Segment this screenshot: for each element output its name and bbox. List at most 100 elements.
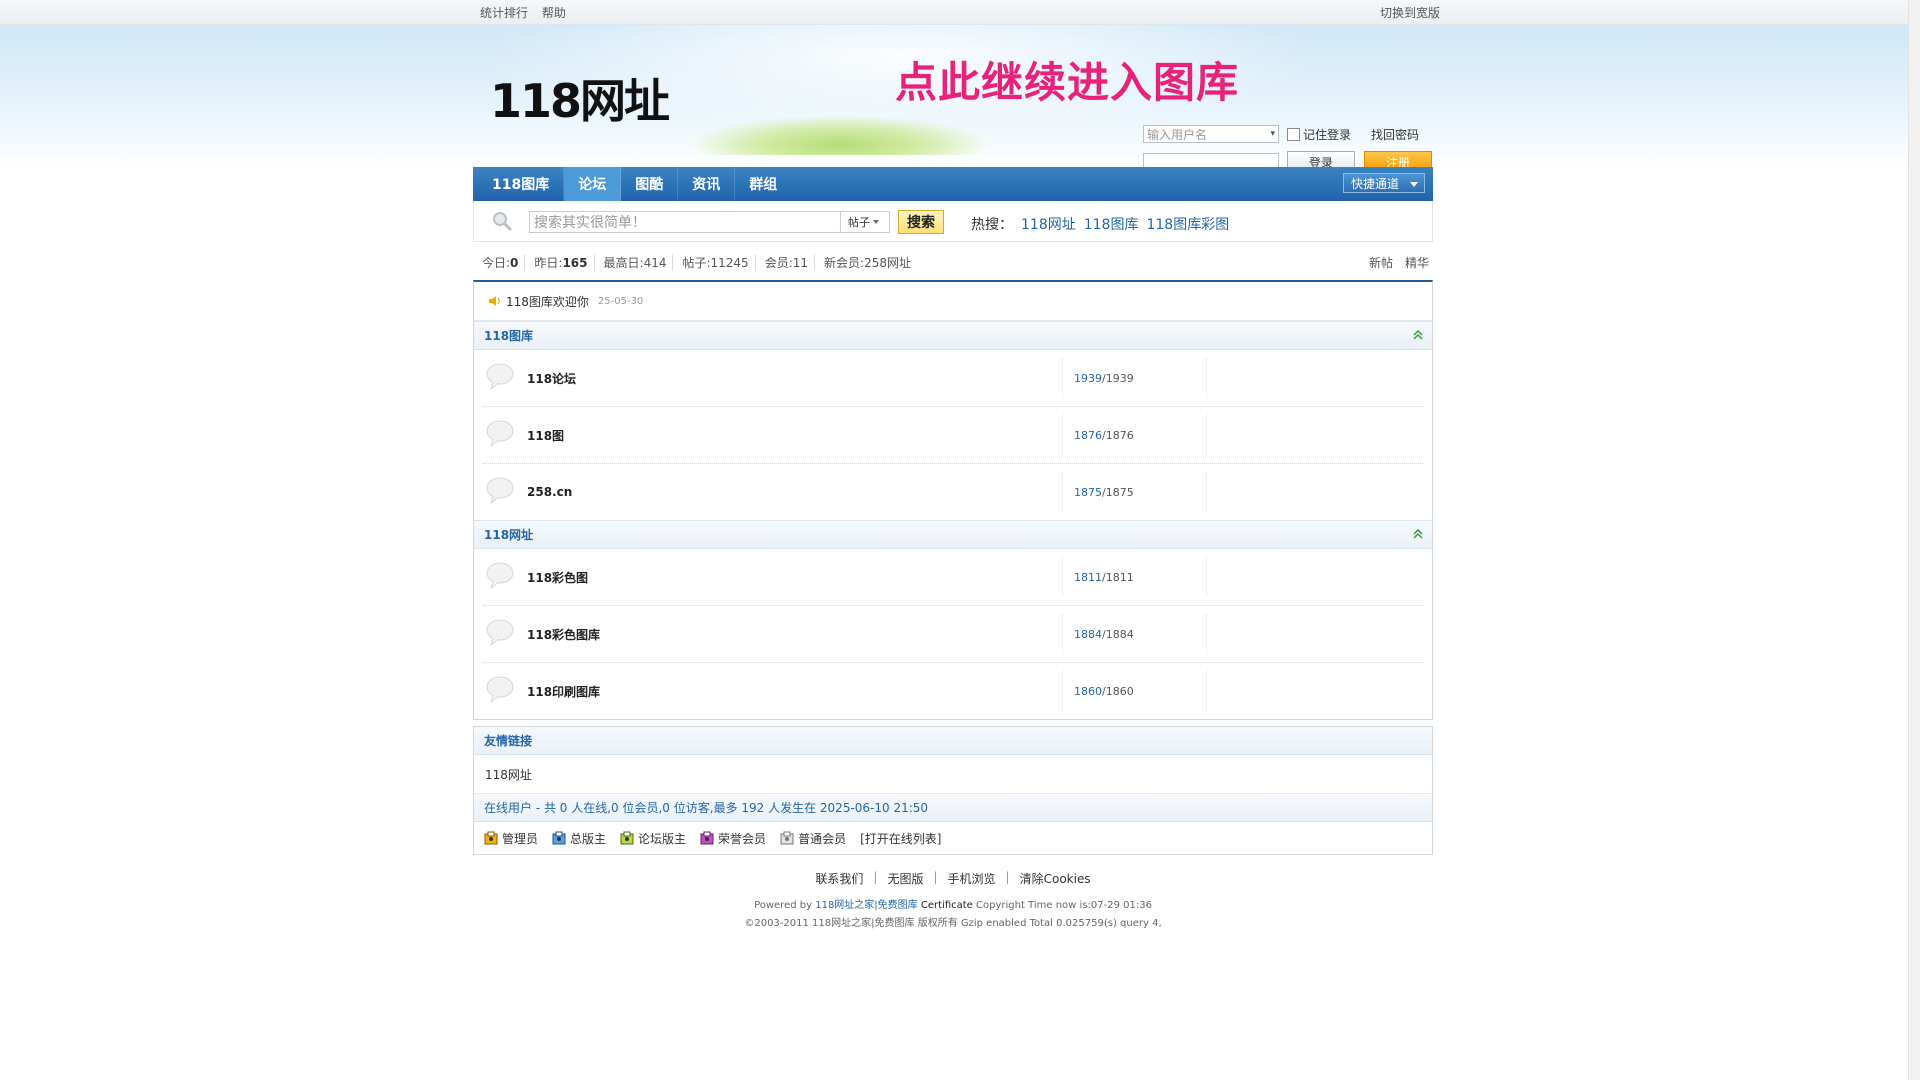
collapse-icon[interactable]: [1413, 529, 1423, 539]
chevron-down-icon: [1410, 182, 1418, 187]
footer-link-noimage[interactable]: 无图版: [887, 870, 923, 887]
stat-members: 会员:11: [754, 253, 814, 271]
stat-max: 最高日:414: [593, 253, 673, 271]
forum-counts: 1811/1811: [1074, 570, 1134, 584]
forum-bubble-icon: [486, 420, 514, 448]
site-logo[interactable]: 118网址: [490, 65, 670, 131]
certificate-link[interactable]: Certificate: [921, 900, 973, 911]
search-button[interactable]: 搜索: [898, 210, 944, 234]
forum-row: 118彩色图 1811/1811: [483, 549, 1423, 606]
category-header[interactable]: 118图库: [474, 321, 1432, 350]
friend-links-list: 118网址: [474, 755, 1432, 794]
admin-icon: [484, 831, 498, 845]
stat-yesterday: 昨日:165: [524, 253, 593, 271]
forum-list: 118图库欢迎你 25-05-30 118图库 118论坛 1939/1939 …: [473, 280, 1433, 720]
nav-item-groups[interactable]: 群组: [735, 167, 791, 201]
hot-link-118-color-gallery[interactable]: 118图库彩图: [1146, 214, 1229, 234]
stat-today: 今日:0: [482, 255, 519, 270]
forum-bubble-icon: [486, 562, 514, 590]
legend-admin: 管理员: [484, 830, 538, 847]
remember-login-checkbox[interactable]: 记住登录: [1287, 126, 1351, 143]
forum-counts: 1884/1884: [1074, 627, 1134, 641]
hot-search-label: 热搜：: [971, 217, 1013, 233]
forum-row: 118图 1876/1876: [483, 407, 1423, 464]
new-posts-link[interactable]: 新帖: [1369, 254, 1393, 271]
legend-moderator: 论坛版主: [620, 830, 686, 847]
new-member-link[interactable]: 258网址: [864, 256, 911, 270]
normal-member-icon: [780, 831, 794, 845]
nav-item-forum[interactable]: 论坛: [564, 167, 622, 201]
legend-super-moderator: 总版主: [552, 830, 606, 847]
checkbox-icon[interactable]: [1287, 127, 1300, 141]
forum-row: 118论坛 1939/1939: [483, 350, 1423, 407]
copyright-site-link[interactable]: 118网址之家|免费图库: [812, 918, 914, 929]
honor-member-icon: [700, 831, 714, 845]
open-online-list-link[interactable]: [打开在线列表]: [860, 830, 941, 847]
forum-bubble-icon: [486, 676, 514, 704]
top-bar: 统计排行 帮助 切换到宽版: [0, 0, 1920, 25]
forum-row: 118印刷图库 1860/1860: [483, 663, 1423, 719]
chevron-down-icon[interactable]: ▾: [1270, 129, 1275, 139]
forum-bubble-icon: [486, 363, 514, 391]
announcement-link[interactable]: 118图库欢迎你: [506, 293, 589, 310]
search-type-select[interactable]: 帖子: [840, 211, 890, 233]
find-password-link[interactable]: 找回密码: [1371, 126, 1419, 143]
collapse-icon[interactable]: [1413, 330, 1423, 340]
powered-link[interactable]: 118网址之家|免费图库: [815, 900, 917, 911]
stats-rank-link[interactable]: 统计排行: [480, 6, 528, 20]
footer: 联系我们 | 无图版 | 手机浏览 | 清除Cookies Powered by…: [473, 870, 1433, 929]
chevron-down-icon: [873, 220, 879, 224]
announcement-date: 25-05-30: [597, 295, 644, 307]
footer-powered: Powered by 118网址之家|免费图库 Certificate Copy…: [754, 900, 1152, 911]
top-left-links: 统计排行 帮助: [480, 4, 576, 21]
announcement: 118图库欢迎你 25-05-30: [474, 282, 1432, 321]
hot-link-118-gallery[interactable]: 118图库: [1084, 214, 1139, 234]
hot-link-118-url[interactable]: 118网址: [1021, 214, 1076, 234]
forum-name-link[interactable]: 118彩色图库: [527, 626, 600, 643]
username-input[interactable]: 输入用户名 ▾: [1143, 125, 1279, 143]
main-nav: 118图库 论坛 图酷 资讯 群组 快捷通道: [473, 167, 1433, 201]
nav-item-gallery[interactable]: 118图库: [473, 167, 565, 201]
footer-link-mobile[interactable]: 手机浏览: [948, 870, 996, 887]
forum-name-link[interactable]: 118图: [527, 427, 564, 444]
forum-bubble-icon: [486, 619, 514, 647]
hot-search: 热搜： 118网址 118图库 118图库彩图: [971, 214, 1229, 234]
help-link[interactable]: 帮助: [542, 6, 566, 20]
online-users-summary[interactable]: 在线用户 - 共 0 人在线,0 位会员,0 位访客,最多 192 人发生在 2…: [474, 794, 1432, 822]
forum-name-link[interactable]: 118彩色图: [527, 569, 588, 586]
forum-counts: 1939/1939: [1074, 371, 1134, 385]
footer-copyright: ©2003-2011 118网址之家|免费图库 版权所有 Gzip enable…: [744, 918, 1162, 929]
nav-item-news[interactable]: 资讯: [678, 167, 736, 201]
friend-link-item[interactable]: 118网址: [485, 766, 532, 783]
moderator-icon: [620, 831, 634, 845]
forum-row: 118彩色图库 1884/1884: [483, 606, 1423, 663]
switch-wide-link[interactable]: 切换到宽版: [1380, 4, 1440, 21]
quick-access-dropdown[interactable]: 快捷通道: [1343, 173, 1425, 193]
category-header[interactable]: 118网址: [474, 520, 1432, 549]
category-forums: 118彩色图 1811/1811 118彩色图库 1884/1884 118印刷…: [474, 549, 1432, 719]
friend-links-box: 友情链接 118网址 在线用户 - 共 0 人在线,0 位会员,0 位访客,最多…: [473, 726, 1433, 855]
forum-name-link[interactable]: 118印刷图库: [527, 683, 600, 700]
forum-stats: 今日:0 昨日:165 最高日:414 帖子:11245 会员:11 新会员:2…: [473, 252, 1433, 272]
digest-link[interactable]: 精华: [1405, 254, 1429, 271]
stat-new-member: 新会员:258网址: [814, 253, 917, 271]
forum-row: 258.cn 1875/1875: [483, 464, 1423, 520]
vertical-scrollbar[interactable]: [1908, 0, 1920, 1080]
stat-posts: 帖子:11245: [672, 253, 754, 271]
footer-links: 联系我们 | 无图版 | 手机浏览 | 清除Cookies: [815, 870, 1091, 887]
forum-name-link[interactable]: 258.cn: [527, 485, 572, 499]
category-forums: 118论坛 1939/1939 118图 1876/1876 258.cn 18…: [474, 350, 1432, 520]
forum-name-link[interactable]: 118论坛: [527, 370, 576, 387]
nav-item-tuku[interactable]: 图酷: [621, 167, 679, 201]
forum-bubble-icon: [486, 477, 514, 505]
forum-counts: 1875/1875: [1074, 485, 1134, 499]
forum-counts: 1860/1860: [1074, 684, 1134, 698]
super-moderator-icon: [552, 831, 566, 845]
footer-link-clear-cookies[interactable]: 清除Cookies: [1020, 870, 1091, 887]
legend-normal-member: 普通会员: [780, 830, 846, 847]
enter-gallery-banner[interactable]: 点此继续进入图库: [895, 49, 1239, 110]
footer-link-contact[interactable]: 联系我们: [815, 870, 863, 887]
site-header: 118网址 点此继续进入图库 输入用户名 ▾ 记住登录 找回密码 登录 注册: [0, 25, 1920, 173]
search-input[interactable]: 搜索其实很简单！: [529, 211, 841, 233]
forum-counts: 1876/1876: [1074, 428, 1134, 442]
